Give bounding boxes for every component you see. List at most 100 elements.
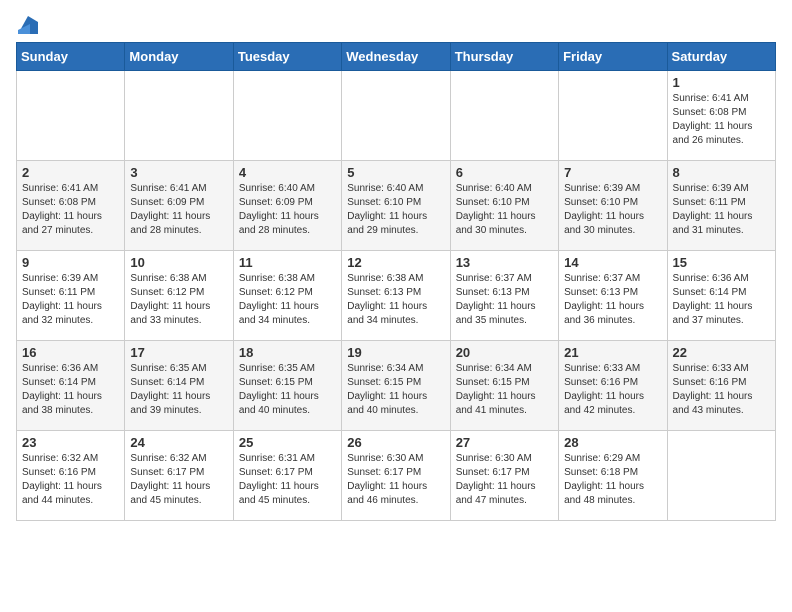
weekday-header: Friday (559, 43, 667, 71)
calendar-day-cell (342, 71, 450, 161)
day-info: Sunrise: 6:36 AM Sunset: 6:14 PM Dayligh… (673, 272, 770, 328)
calendar-day-cell (450, 71, 558, 161)
day-info: Sunrise: 6:39 AM Sunset: 6:11 PM Dayligh… (22, 272, 119, 328)
calendar-day-cell: 16 Sunrise: 6:36 AM Sunset: 6:14 PM Dayli… (17, 341, 125, 431)
day-info: Sunrise: 6:32 AM Sunset: 6:17 PM Dayligh… (130, 452, 227, 508)
calendar-day-cell: 25 Sunrise: 6:31 AM Sunset: 6:17 PM Dayli… (233, 431, 341, 521)
day-info: Sunrise: 6:38 AM Sunset: 6:12 PM Dayligh… (130, 272, 227, 328)
calendar-week-row: 16 Sunrise: 6:36 AM Sunset: 6:14 PM Dayli… (17, 341, 776, 431)
day-number: 14 (564, 255, 661, 270)
day-number: 20 (456, 345, 553, 360)
calendar-day-cell: 2 Sunrise: 6:41 AM Sunset: 6:08 PM Daylig… (17, 161, 125, 251)
calendar-day-cell: 4 Sunrise: 6:40 AM Sunset: 6:09 PM Daylig… (233, 161, 341, 251)
day-number: 18 (239, 345, 336, 360)
calendar-day-cell: 24 Sunrise: 6:32 AM Sunset: 6:17 PM Dayli… (125, 431, 233, 521)
weekday-header: Thursday (450, 43, 558, 71)
day-number: 22 (673, 345, 770, 360)
calendar-day-cell: 23 Sunrise: 6:32 AM Sunset: 6:16 PM Dayli… (17, 431, 125, 521)
day-info: Sunrise: 6:39 AM Sunset: 6:10 PM Dayligh… (564, 182, 661, 238)
weekday-header: Monday (125, 43, 233, 71)
calendar-week-row: 1 Sunrise: 6:41 AM Sunset: 6:08 PM Daylig… (17, 71, 776, 161)
day-number: 28 (564, 435, 661, 450)
day-info: Sunrise: 6:38 AM Sunset: 6:12 PM Dayligh… (239, 272, 336, 328)
calendar-week-row: 9 Sunrise: 6:39 AM Sunset: 6:11 PM Daylig… (17, 251, 776, 341)
calendar-day-cell: 18 Sunrise: 6:35 AM Sunset: 6:15 PM Dayli… (233, 341, 341, 431)
day-number: 4 (239, 165, 336, 180)
day-number: 26 (347, 435, 444, 450)
calendar-day-cell: 17Sunrise: 6:35 AM Sunset: 6:14 PM Dayli… (125, 341, 233, 431)
day-info: Sunrise: 6:40 AM Sunset: 6:10 PM Dayligh… (456, 182, 553, 238)
day-number: 8 (673, 165, 770, 180)
day-info: Sunrise: 6:41 AM Sunset: 6:08 PM Dayligh… (673, 92, 770, 148)
day-info: Sunrise: 6:31 AM Sunset: 6:17 PM Dayligh… (239, 452, 336, 508)
calendar-day-cell: 13 Sunrise: 6:37 AM Sunset: 6:13 PM Dayli… (450, 251, 558, 341)
calendar-day-cell: 21 Sunrise: 6:33 AM Sunset: 6:16 PM Dayli… (559, 341, 667, 431)
day-number: 15 (673, 255, 770, 270)
calendar-day-cell: 27 Sunrise: 6:30 AM Sunset: 6:17 PM Dayli… (450, 431, 558, 521)
day-info: Sunrise: 6:37 AM Sunset: 6:13 PM Dayligh… (564, 272, 661, 328)
day-number: 24 (130, 435, 227, 450)
day-number: 3 (130, 165, 227, 180)
calendar-day-cell: 15 Sunrise: 6:36 AM Sunset: 6:14 PM Dayli… (667, 251, 775, 341)
day-info: Sunrise: 6:41 AM Sunset: 6:09 PM Dayligh… (130, 182, 227, 238)
calendar-day-cell: 10 Sunrise: 6:38 AM Sunset: 6:12 PM Dayli… (125, 251, 233, 341)
calendar-week-row: 2 Sunrise: 6:41 AM Sunset: 6:08 PM Daylig… (17, 161, 776, 251)
calendar-day-cell: 5 Sunrise: 6:40 AM Sunset: 6:10 PM Daylig… (342, 161, 450, 251)
day-number: 2 (22, 165, 119, 180)
day-number: 1 (673, 75, 770, 90)
day-info: Sunrise: 6:41 AM Sunset: 6:08 PM Dayligh… (22, 182, 119, 238)
day-info: Sunrise: 6:40 AM Sunset: 6:10 PM Dayligh… (347, 182, 444, 238)
day-number: 13 (456, 255, 553, 270)
day-info: Sunrise: 6:37 AM Sunset: 6:13 PM Dayligh… (456, 272, 553, 328)
day-info: Sunrise: 6:34 AM Sunset: 6:15 PM Dayligh… (456, 362, 553, 418)
day-info: Sunrise: 6:33 AM Sunset: 6:16 PM Dayligh… (673, 362, 770, 418)
day-number: 27 (456, 435, 553, 450)
calendar-table: SundayMondayTuesdayWednesdayThursdayFrid… (16, 42, 776, 521)
day-info: Sunrise: 6:35 AM Sunset: 6:14 PM Dayligh… (130, 362, 227, 418)
day-info: Sunrise: 6:34 AM Sunset: 6:15 PM Dayligh… (347, 362, 444, 418)
calendar-day-cell: 19 Sunrise: 6:34 AM Sunset: 6:15 PM Dayli… (342, 341, 450, 431)
day-number: 9 (22, 255, 119, 270)
day-number: 21 (564, 345, 661, 360)
calendar-day-cell (125, 71, 233, 161)
day-info: Sunrise: 6:35 AM Sunset: 6:15 PM Dayligh… (239, 362, 336, 418)
calendar-day-cell: 22 Sunrise: 6:33 AM Sunset: 6:16 PM Dayli… (667, 341, 775, 431)
calendar-day-cell: 7 Sunrise: 6:39 AM Sunset: 6:10 PM Daylig… (559, 161, 667, 251)
day-number: 25 (239, 435, 336, 450)
logo (16, 16, 38, 34)
day-number: 7 (564, 165, 661, 180)
calendar-day-cell: 8 Sunrise: 6:39 AM Sunset: 6:11 PM Daylig… (667, 161, 775, 251)
calendar-day-cell (233, 71, 341, 161)
day-info: Sunrise: 6:32 AM Sunset: 6:16 PM Dayligh… (22, 452, 119, 508)
calendar-day-cell (559, 71, 667, 161)
day-info: Sunrise: 6:29 AM Sunset: 6:18 PM Dayligh… (564, 452, 661, 508)
day-number: 10 (130, 255, 227, 270)
day-number: 11 (239, 255, 336, 270)
calendar-day-cell: 12Sunrise: 6:38 AM Sunset: 6:13 PM Dayli… (342, 251, 450, 341)
calendar-header-row: SundayMondayTuesdayWednesdayThursdayFrid… (17, 43, 776, 71)
weekday-header: Tuesday (233, 43, 341, 71)
page-header (16, 16, 776, 34)
day-number: 16 (22, 345, 119, 360)
day-info: Sunrise: 6:39 AM Sunset: 6:11 PM Dayligh… (673, 182, 770, 238)
day-number: 12 (347, 255, 444, 270)
day-info: Sunrise: 6:30 AM Sunset: 6:17 PM Dayligh… (347, 452, 444, 508)
calendar-day-cell: 3 Sunrise: 6:41 AM Sunset: 6:09 PM Daylig… (125, 161, 233, 251)
calendar-day-cell: 1 Sunrise: 6:41 AM Sunset: 6:08 PM Daylig… (667, 71, 775, 161)
day-number: 5 (347, 165, 444, 180)
day-info: Sunrise: 6:40 AM Sunset: 6:09 PM Dayligh… (239, 182, 336, 238)
weekday-header: Saturday (667, 43, 775, 71)
calendar-day-cell (667, 431, 775, 521)
day-info: Sunrise: 6:30 AM Sunset: 6:17 PM Dayligh… (456, 452, 553, 508)
day-number: 23 (22, 435, 119, 450)
calendar-week-row: 23 Sunrise: 6:32 AM Sunset: 6:16 PM Dayli… (17, 431, 776, 521)
weekday-header: Wednesday (342, 43, 450, 71)
calendar-day-cell: 11 Sunrise: 6:38 AM Sunset: 6:12 PM Dayli… (233, 251, 341, 341)
day-number: 19 (347, 345, 444, 360)
day-info: Sunrise: 6:33 AM Sunset: 6:16 PM Dayligh… (564, 362, 661, 418)
day-info: Sunrise: 6:36 AM Sunset: 6:14 PM Dayligh… (22, 362, 119, 418)
logo-icon (18, 16, 38, 34)
calendar-day-cell: 28 Sunrise: 6:29 AM Sunset: 6:18 PM Dayli… (559, 431, 667, 521)
calendar-day-cell: 20 Sunrise: 6:34 AM Sunset: 6:15 PM Dayli… (450, 341, 558, 431)
day-number: 6 (456, 165, 553, 180)
